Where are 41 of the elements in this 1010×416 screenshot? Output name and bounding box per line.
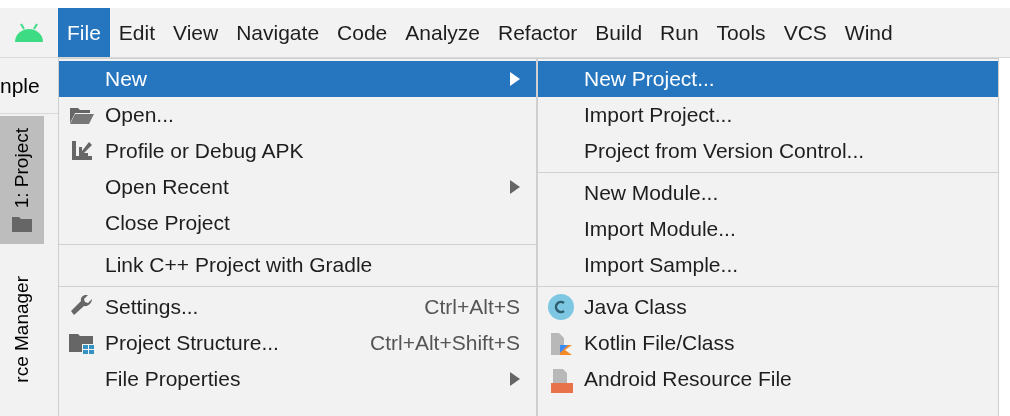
menu-bar-item[interactable]: Build xyxy=(586,8,652,57)
shortcut-label: Ctrl+Alt+Shift+S xyxy=(370,330,520,357)
menu-bar-item[interactable]: Edit xyxy=(109,8,165,57)
menu-item[interactable]: Close Project xyxy=(59,205,536,241)
menu-item[interactable]: Link C++ Project with Gradle xyxy=(59,247,536,283)
class-icon xyxy=(547,293,575,321)
menu-item[interactable]: Android Resource File xyxy=(538,361,998,397)
menu-bar-item[interactable]: Code xyxy=(328,8,397,57)
folder-grid-icon xyxy=(68,332,96,354)
menu-item[interactable]: Project from Version Control... xyxy=(538,133,998,169)
tool-window-tab[interactable]: 1: Project xyxy=(0,116,44,245)
android-icon xyxy=(13,22,45,43)
menu-item[interactable]: File Properties xyxy=(59,361,536,397)
menu-item[interactable]: Java Class xyxy=(538,289,998,325)
menu-bar-item[interactable]: File xyxy=(58,8,110,57)
menu-bar-item[interactable]: VCS xyxy=(774,8,836,57)
menu-bar-item[interactable]: Analyze xyxy=(396,8,489,57)
folder-icon xyxy=(69,105,95,125)
menu-bar-item[interactable]: Wind xyxy=(835,8,902,57)
menu-item[interactable]: Profile or Debug APK xyxy=(59,133,536,169)
menu-item[interactable]: New xyxy=(59,61,536,97)
menu-bar-item[interactable]: Refactor xyxy=(489,8,587,57)
menu-bar-item[interactable]: View xyxy=(164,8,228,57)
menu-item[interactable]: Import Module... xyxy=(538,211,998,247)
menu-item[interactable]: New Project... xyxy=(538,61,998,97)
arrow-icon xyxy=(70,140,94,162)
menu-item[interactable]: New Module... xyxy=(538,175,998,211)
folder-icon xyxy=(12,216,32,233)
shortcut-label: Ctrl+Alt+S xyxy=(424,294,520,321)
editor-tab[interactable]: nple xyxy=(0,69,40,102)
tool-window-tab[interactable]: rce Manager xyxy=(0,264,44,395)
menu-bar-item[interactable]: Navigate xyxy=(227,8,329,57)
menu-bar-item[interactable]: Run xyxy=(651,8,708,57)
menu-item[interactable]: Open Recent xyxy=(59,169,536,205)
menu-item[interactable]: Settings... Ctrl+Alt+S xyxy=(59,289,536,325)
menu-item[interactable]: Import Sample... xyxy=(538,247,998,283)
menu-item[interactable]: Project Structure... Ctrl+Alt+Shift+S xyxy=(59,325,536,361)
menu-item[interactable]: Import Project... xyxy=(538,97,998,133)
menu-bar-item[interactable]: Tools xyxy=(707,8,775,57)
menu-item[interactable]: Open... xyxy=(59,97,536,133)
menu-item[interactable]: Kotlin File/Class xyxy=(538,325,998,361)
